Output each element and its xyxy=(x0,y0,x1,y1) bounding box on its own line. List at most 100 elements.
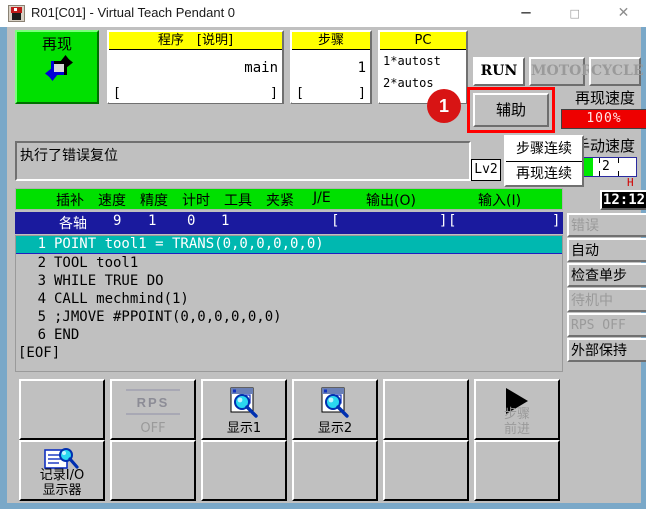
function-key-toolbar: 记录I/O 显示器 RPS OFF 显示1 显示2 步骤 前进 xyxy=(13,379,641,503)
cycle-arrows-icon xyxy=(45,55,73,81)
column-header-7: 输出(O) xyxy=(366,193,416,209)
function-key-0-1[interactable]: 记录I/O 显示器 xyxy=(19,440,105,501)
manual-speed-high-label: H xyxy=(627,176,634,189)
top-control-zone: 再现 程序 [说明] main [ ] 步骤 1 [] PC 1*autost… xyxy=(7,27,646,189)
code-line-number: 4 xyxy=(37,291,46,307)
program-name-value: main xyxy=(244,60,278,76)
value-cell-5: [ xyxy=(331,213,340,229)
code-eof-marker: [EOF] xyxy=(18,345,61,361)
manual-speed-value: 2 xyxy=(602,159,610,174)
message-bar: 执行了错误复位 xyxy=(15,141,471,181)
teach-pendant-window: R01[C01] - Virtual Teach Pendant 0 ─ □ ✕… xyxy=(0,0,646,509)
code-line[interactable]: 4 CALL mechmind(1) xyxy=(16,290,562,308)
column-header-6: J/E xyxy=(313,190,331,206)
program-panel-brackets: [ ] xyxy=(113,86,278,101)
status-indicator-4: RPS OFF xyxy=(567,313,646,337)
column-header-8: 输入(I) xyxy=(478,193,522,209)
playback-speed-value[interactable]: 100% xyxy=(561,109,646,129)
code-line[interactable]: 5 ;JMOVE #PPOINT(0,0,0,0,0,0) xyxy=(16,308,562,326)
pc-line-1: 1*autost xyxy=(383,54,441,68)
maximize-button[interactable]: □ xyxy=(552,0,597,27)
function-key-4-1[interactable] xyxy=(383,440,469,501)
function-key-label: 记录I/O 显示器 xyxy=(39,468,85,498)
window-search-icon xyxy=(321,387,349,418)
step-panel-header: 步骤 xyxy=(292,32,370,50)
function-key-0-0[interactable] xyxy=(19,379,105,440)
code-line-text: POINT tool1 = TRANS(0,0,0,0,0,0) xyxy=(54,236,324,252)
step-panel-body: 1 [ ] xyxy=(292,50,370,103)
program-panel-header: 程序 [说明] xyxy=(109,32,282,50)
rps-line-bottom xyxy=(126,413,180,415)
close-button[interactable]: ✕ xyxy=(601,0,646,27)
function-key-column-4 xyxy=(383,379,469,501)
function-key-column-3: 显示2 xyxy=(292,379,378,501)
function-key-5-1[interactable] xyxy=(474,440,560,501)
value-cell-3: 0 xyxy=(187,213,196,229)
code-line[interactable]: 3 WHILE TRUE DO xyxy=(16,272,562,290)
function-key-4-0[interactable] xyxy=(383,379,469,440)
function-key-3-1[interactable] xyxy=(292,440,378,501)
pendant-screen: 再现 程序 [说明] main [ ] 步骤 1 [] PC 1*autost… xyxy=(7,27,646,503)
playback-continuous-button[interactable]: 再现连续 xyxy=(506,162,582,186)
status-indicator-2: 检查单步 xyxy=(567,263,646,287)
continuous-buttons: 步骤连续 再现连续 xyxy=(504,135,584,187)
code-line[interactable]: 1 POINT tool1 = TRANS(0,0,0,0,0,0) xyxy=(16,236,562,254)
program-bracket-left: [ xyxy=(113,86,121,101)
window-search-icon xyxy=(230,387,258,418)
function-key-1-0[interactable]: RPS OFF xyxy=(110,379,196,440)
code-line[interactable]: 6 END xyxy=(16,326,562,344)
column-header-4: 工具 xyxy=(224,193,252,209)
attribute-value-row[interactable]: 各轴 9 1 0 1[][] xyxy=(15,212,563,234)
message-text: 执行了错误复位 xyxy=(20,148,118,164)
value-cell-8: ] xyxy=(552,213,561,229)
value-cell-0: 各轴 xyxy=(59,216,87,232)
function-key-2-1[interactable] xyxy=(201,440,287,501)
step-panel[interactable]: 步骤 1 [ ] xyxy=(290,30,372,104)
code-line-text: ;JMOVE #PPOINT(0,0,0,0,0,0) xyxy=(54,309,282,325)
annotation-badge-1: 1 xyxy=(427,89,461,123)
status-indicator-5: 外部保持 xyxy=(567,338,646,362)
code-line-text: END xyxy=(54,327,80,343)
code-line-number: 1 xyxy=(37,236,46,252)
value-cell-7: [ xyxy=(448,213,457,229)
function-key-5-0[interactable]: 步骤 前进 xyxy=(474,379,560,440)
aux-button[interactable]: 辅助 xyxy=(473,93,549,127)
cycle-mode-button[interactable]: CYCLE xyxy=(589,57,644,86)
program-panel-body: main [ ] xyxy=(109,50,282,103)
function-key-1-1[interactable] xyxy=(110,440,196,501)
column-header-1: 速度 xyxy=(98,193,126,209)
step-panel-brackets: [ ] xyxy=(296,86,366,101)
function-key-label: 步骤 前进 xyxy=(503,407,530,437)
app-icon xyxy=(8,5,25,22)
playback-mode-button[interactable]: 再现 xyxy=(15,30,99,104)
window-controls: ─ □ ✕ xyxy=(503,0,646,27)
function-key-2-0[interactable]: 显示1 xyxy=(201,379,287,440)
title-bar: R01[C01] - Virtual Teach Pendant 0 ─ □ ✕ xyxy=(0,0,646,28)
status-indicator-list: 错误 自动 检查单步 待机中 RPS OFF 外部保持 xyxy=(567,213,646,363)
code-line-text: WHILE TRUE DO xyxy=(54,273,164,289)
function-key-column-0: 记录I/O 显示器 xyxy=(19,379,105,501)
code-line[interactable]: 2 TOOL tool1 xyxy=(16,254,562,272)
function-key-column-1: RPS OFF xyxy=(110,379,196,501)
value-cell-4: 1 xyxy=(221,213,230,229)
code-line-text: TOOL tool1 xyxy=(54,255,139,271)
program-code-list[interactable]: 1 POINT tool1 = TRANS(0,0,0,0,0,0) 2 TOOL t… xyxy=(15,235,563,372)
motor-mode-button[interactable]: MOTOR xyxy=(529,57,593,86)
column-header-2: 精度 xyxy=(140,193,168,209)
window-title: R01[C01] - Virtual Teach Pendant 0 xyxy=(31,5,236,20)
program-panel[interactable]: 程序 [说明] main [ ] xyxy=(107,30,284,104)
function-key-3-0[interactable]: 显示2 xyxy=(292,379,378,440)
run-mode-button[interactable]: RUN xyxy=(473,57,525,86)
code-line-number: 5 xyxy=(37,309,46,325)
status-indicator-3: 待机中 xyxy=(567,288,646,312)
message-level-badge: Lv2 xyxy=(471,159,501,181)
function-key-column-5: 步骤 前进 xyxy=(474,379,560,501)
window-body: 再现 程序 [说明] main [ ] 步骤 1 [] PC 1*autost… xyxy=(0,27,646,509)
attribute-column-header: 插补 速度 精度 计时 工具 夹紧 J/E 输出(O) 输入(I) xyxy=(15,188,563,210)
function-key-label: 显示1 xyxy=(226,421,262,436)
step-bracket-right: ] xyxy=(358,86,366,101)
program-bracket-right: ] xyxy=(270,86,278,101)
step-continuous-button[interactable]: 步骤连续 xyxy=(506,137,582,162)
column-header-5: 夹紧 xyxy=(266,193,294,209)
minimize-button[interactable]: ─ xyxy=(503,0,548,27)
